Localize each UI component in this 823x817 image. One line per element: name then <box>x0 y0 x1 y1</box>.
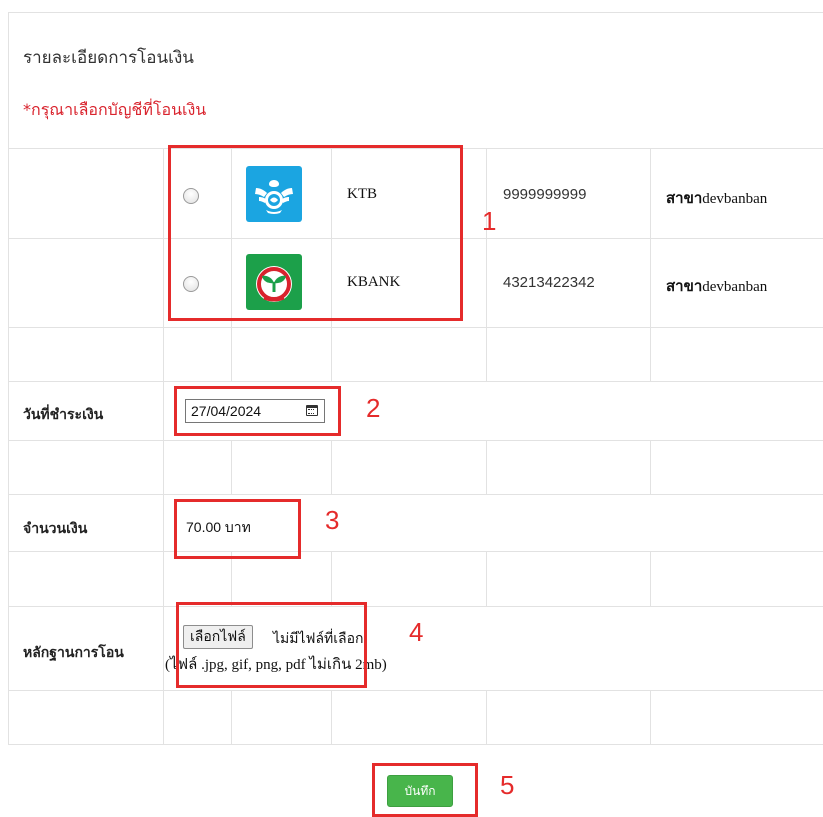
annotation-box-3 <box>174 499 301 559</box>
row-divider <box>9 327 823 328</box>
select-account-warning: *กรุณาเลือกบัญชีที่โอนเงิน <box>23 100 207 119</box>
branch-cell: สาขาdevbanban <box>666 186 767 210</box>
annotation-box-5 <box>372 763 478 817</box>
column-divider <box>650 440 651 494</box>
column-divider <box>331 440 332 494</box>
annotation-number: 2 <box>366 393 381 423</box>
row-divider <box>9 381 823 382</box>
column-divider <box>231 551 232 606</box>
annotation-box-2 <box>174 386 341 436</box>
column-divider <box>650 551 651 606</box>
annotation-number: 3 <box>325 505 340 535</box>
branch-cell: สาขาdevbanban <box>666 274 767 298</box>
account-number: 9999999999 <box>503 186 587 203</box>
column-divider <box>486 440 487 494</box>
column-divider <box>231 690 232 745</box>
annotation-number: 4 <box>409 617 424 647</box>
row-divider <box>9 606 823 607</box>
row-divider <box>9 551 823 552</box>
column-divider <box>486 148 487 381</box>
branch-name: devbanban <box>702 191 768 207</box>
payment-date-label: วันที่ชำระเงิน <box>23 407 104 423</box>
branch-prefix: สาขา <box>666 279 703 295</box>
evidence-label: หลักฐานการโอน <box>23 645 124 661</box>
branch-prefix: สาขา <box>666 191 703 207</box>
column-divider <box>650 690 651 745</box>
annotation-number: 1 <box>482 206 497 236</box>
column-divider <box>650 148 651 381</box>
column-divider <box>486 690 487 745</box>
row-divider <box>9 440 823 441</box>
account-number: 43213422342 <box>503 274 595 291</box>
row-divider <box>9 690 823 691</box>
column-divider <box>331 551 332 606</box>
amount-label: จำนวนเงิน <box>23 521 88 537</box>
column-divider <box>331 690 332 745</box>
column-divider <box>163 381 164 745</box>
annotation-box-1 <box>168 145 463 321</box>
annotation-number: 5 <box>500 770 515 800</box>
column-divider <box>231 440 232 494</box>
branch-name: devbanban <box>702 279 768 295</box>
annotation-box-4 <box>176 602 367 688</box>
column-divider <box>163 148 164 381</box>
column-divider <box>486 551 487 606</box>
row-divider <box>9 494 823 495</box>
section-heading: รายละเอียดการโอนเงิน <box>23 48 194 68</box>
